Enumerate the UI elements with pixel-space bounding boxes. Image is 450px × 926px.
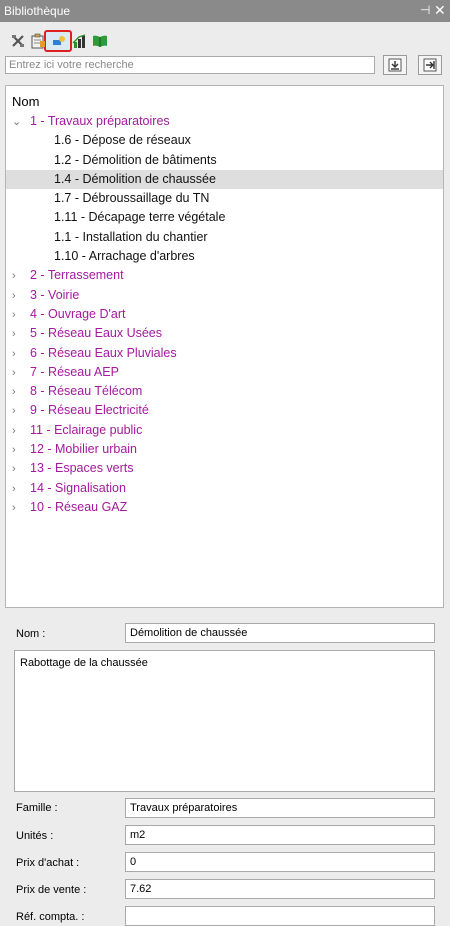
prix-achat-label: Prix d'achat : <box>16 857 80 869</box>
ref-compta-label: Réf. compta. : <box>16 911 85 923</box>
tree-item[interactable]: 1.10 - Arrachage d'arbres <box>6 247 443 266</box>
tree-item-label: 1.4 - Démolition de chaussée <box>54 171 216 186</box>
tree-category-label: 2 - Terrassement <box>30 268 124 283</box>
clipboard-icon[interactable] <box>30 33 46 49</box>
tree-item[interactable]: 1.6 - Dépose de réseaux <box>6 131 443 150</box>
prix-vente-label: Prix de vente : <box>16 884 87 896</box>
prix-achat-field[interactable] <box>125 852 435 872</box>
chevron-right-icon[interactable]: › <box>12 480 24 499</box>
tree-category-label: 5 - Réseau Eaux Usées <box>30 326 163 341</box>
tree-item[interactable]: 1.1 - Installation du chantier <box>6 228 443 247</box>
tree-category[interactable]: › 9 - Réseau Electricité <box>6 401 443 420</box>
tree-category[interactable]: › 2 - Terrassement <box>6 266 443 285</box>
tree-item-label: 1.11 - Décapage terre végétale <box>54 210 226 225</box>
chevron-right-icon[interactable]: › <box>12 287 24 306</box>
chevron-down-icon[interactable]: ⌄ <box>12 113 24 132</box>
tree-category[interactable]: › 3 - Voirie <box>6 286 443 305</box>
tree-item[interactable]: 1.2 - Démolition de bâtiments <box>6 151 443 170</box>
import-button[interactable] <box>383 55 407 75</box>
chevron-right-icon[interactable]: › <box>12 364 24 383</box>
tree-category[interactable]: › 12 - Mobilier urbain <box>6 440 443 459</box>
tree-category[interactable]: › 4 - Ouvrage D'art <box>6 305 443 324</box>
tree-category-label: 10 - Réseau GAZ <box>30 499 128 514</box>
tree-category[interactable]: › 14 - Signalisation <box>6 479 443 498</box>
tree-item-label: 1.10 - Arrachage d'arbres <box>54 249 195 264</box>
tree-category-label: 9 - Réseau Electricité <box>30 403 149 418</box>
tree-item-label: 1.6 - Dépose de réseaux <box>54 133 191 148</box>
tools-icon[interactable] <box>10 33 26 49</box>
chevron-right-icon[interactable]: › <box>12 345 24 364</box>
tree-category[interactable]: › 11 - Eclairage public <box>6 421 443 440</box>
chevron-right-icon[interactable]: › <box>12 422 24 441</box>
tree-category[interactable]: › 6 - Réseau Eaux Pluviales <box>6 344 443 363</box>
close-icon[interactable]: ✕ <box>434 2 446 19</box>
chevron-right-icon[interactable]: › <box>12 306 24 325</box>
tree-category-label: 1 - Travaux préparatoires <box>30 114 170 128</box>
library-tree[interactable]: Nom ⌄ 1 - Travaux préparatoires 1.6 - Dépo… <box>5 85 444 608</box>
tree-category[interactable]: › 13 - Espaces verts <box>6 459 443 478</box>
tree-category-label: 8 - Réseau Télécom <box>30 384 143 399</box>
tree-category-label: 3 - Voirie <box>30 287 80 302</box>
tree-category-label: 6 - Réseau Eaux Pluviales <box>30 345 177 360</box>
tree-category[interactable]: › 7 - Réseau AEP <box>6 363 443 382</box>
tree-category[interactable]: › 5 - Réseau Eaux Usées <box>6 324 443 343</box>
tree-category-label: 11 - Eclairage public <box>30 422 143 437</box>
chevron-right-icon[interactable]: › <box>12 325 24 344</box>
panel-title: Bibliothèque <box>4 4 71 18</box>
chevron-right-icon[interactable]: › <box>12 383 24 402</box>
prix-vente-field[interactable] <box>125 879 435 899</box>
shapes-icon[interactable] <box>51 33 67 49</box>
tree-category-label: 7 - Réseau AEP <box>30 364 119 379</box>
nom-field[interactable] <box>125 623 435 643</box>
chevron-right-icon[interactable]: › <box>12 267 24 286</box>
tree-item-label: 1.2 - Démolition de bâtiments <box>54 152 217 167</box>
tree-item-label: 1.7 - Débroussaillage du TN <box>54 191 210 206</box>
tree-rows: ⌄ 1 - Travaux préparatoires 1.6 - Dépose d… <box>6 112 443 517</box>
chart-icon[interactable] <box>72 33 88 49</box>
ref-compta-field[interactable] <box>125 906 435 926</box>
chevron-right-icon[interactable]: › <box>12 441 24 460</box>
tree-category[interactable]: ⌄ 1 - Travaux préparatoires <box>6 112 443 131</box>
pin-icon[interactable]: ⊣ <box>420 3 430 17</box>
tree-item[interactable]: 1.11 - Décapage terre végétale <box>6 208 443 227</box>
tree-category[interactable]: › 10 - Réseau GAZ <box>6 498 443 517</box>
panel-titlebar: Bibliothèque ⊣ ✕ <box>0 0 450 22</box>
description-field[interactable]: Rabottage de la chaussée <box>14 650 435 792</box>
tree-item-label: 1.1 - Installation du chantier <box>54 229 208 244</box>
unites-field[interactable] <box>125 825 435 845</box>
search-input[interactable] <box>5 56 375 74</box>
tree-category-label: 4 - Ouvrage D'art <box>30 306 126 321</box>
export-button[interactable] <box>418 55 442 75</box>
chevron-right-icon[interactable]: › <box>12 402 24 421</box>
tree-column-header: Nom <box>12 94 40 109</box>
famille-label: Famille : <box>16 802 58 814</box>
book-icon[interactable] <box>92 33 108 49</box>
unites-label: Unités : <box>16 830 54 842</box>
import-icon <box>388 58 402 72</box>
export-icon <box>423 58 437 72</box>
tree-item-selected[interactable]: 1.4 - Démolition de chaussée <box>6 169 443 190</box>
nom-label: Nom : <box>16 628 46 640</box>
tree-category[interactable]: › 8 - Réseau Télécom <box>6 382 443 401</box>
chevron-right-icon[interactable]: › <box>12 499 24 518</box>
tree-category-label: 12 - Mobilier urbain <box>30 442 137 457</box>
chevron-right-icon[interactable]: › <box>12 460 24 479</box>
tree-item[interactable]: 1.7 - Débroussaillage du TN <box>6 189 443 208</box>
tree-category-label: 14 - Signalisation <box>30 480 126 495</box>
tree-category-label: 13 - Espaces verts <box>30 461 134 476</box>
famille-field[interactable] <box>125 798 435 818</box>
